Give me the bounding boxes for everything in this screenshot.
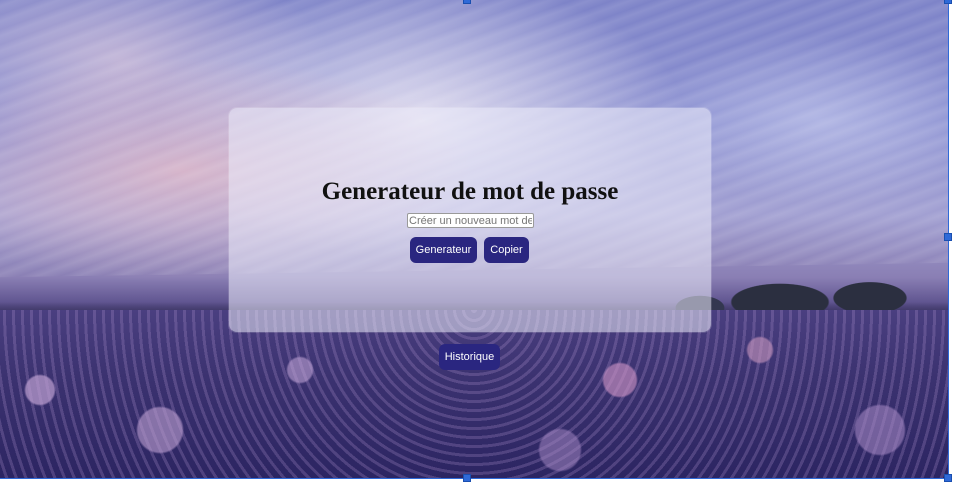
selection-border-bottom xyxy=(0,478,949,479)
password-input[interactable] xyxy=(407,213,534,228)
resize-handle-right[interactable] xyxy=(944,233,952,241)
resize-handle-top[interactable] xyxy=(463,0,471,4)
resize-handle-bottom-right[interactable] xyxy=(944,474,952,482)
flower-field xyxy=(0,310,948,478)
page-title: Generateur de mot de passe xyxy=(321,178,619,205)
resize-handle-top-right[interactable] xyxy=(944,0,952,4)
copy-button[interactable]: Copier xyxy=(484,237,529,263)
generator-card: Generateur de mot de passe Generateur Co… xyxy=(229,108,711,332)
resize-handle-bottom[interactable] xyxy=(463,474,471,482)
generate-button[interactable]: Generateur xyxy=(410,237,477,263)
history-button[interactable]: Historique xyxy=(439,344,500,370)
